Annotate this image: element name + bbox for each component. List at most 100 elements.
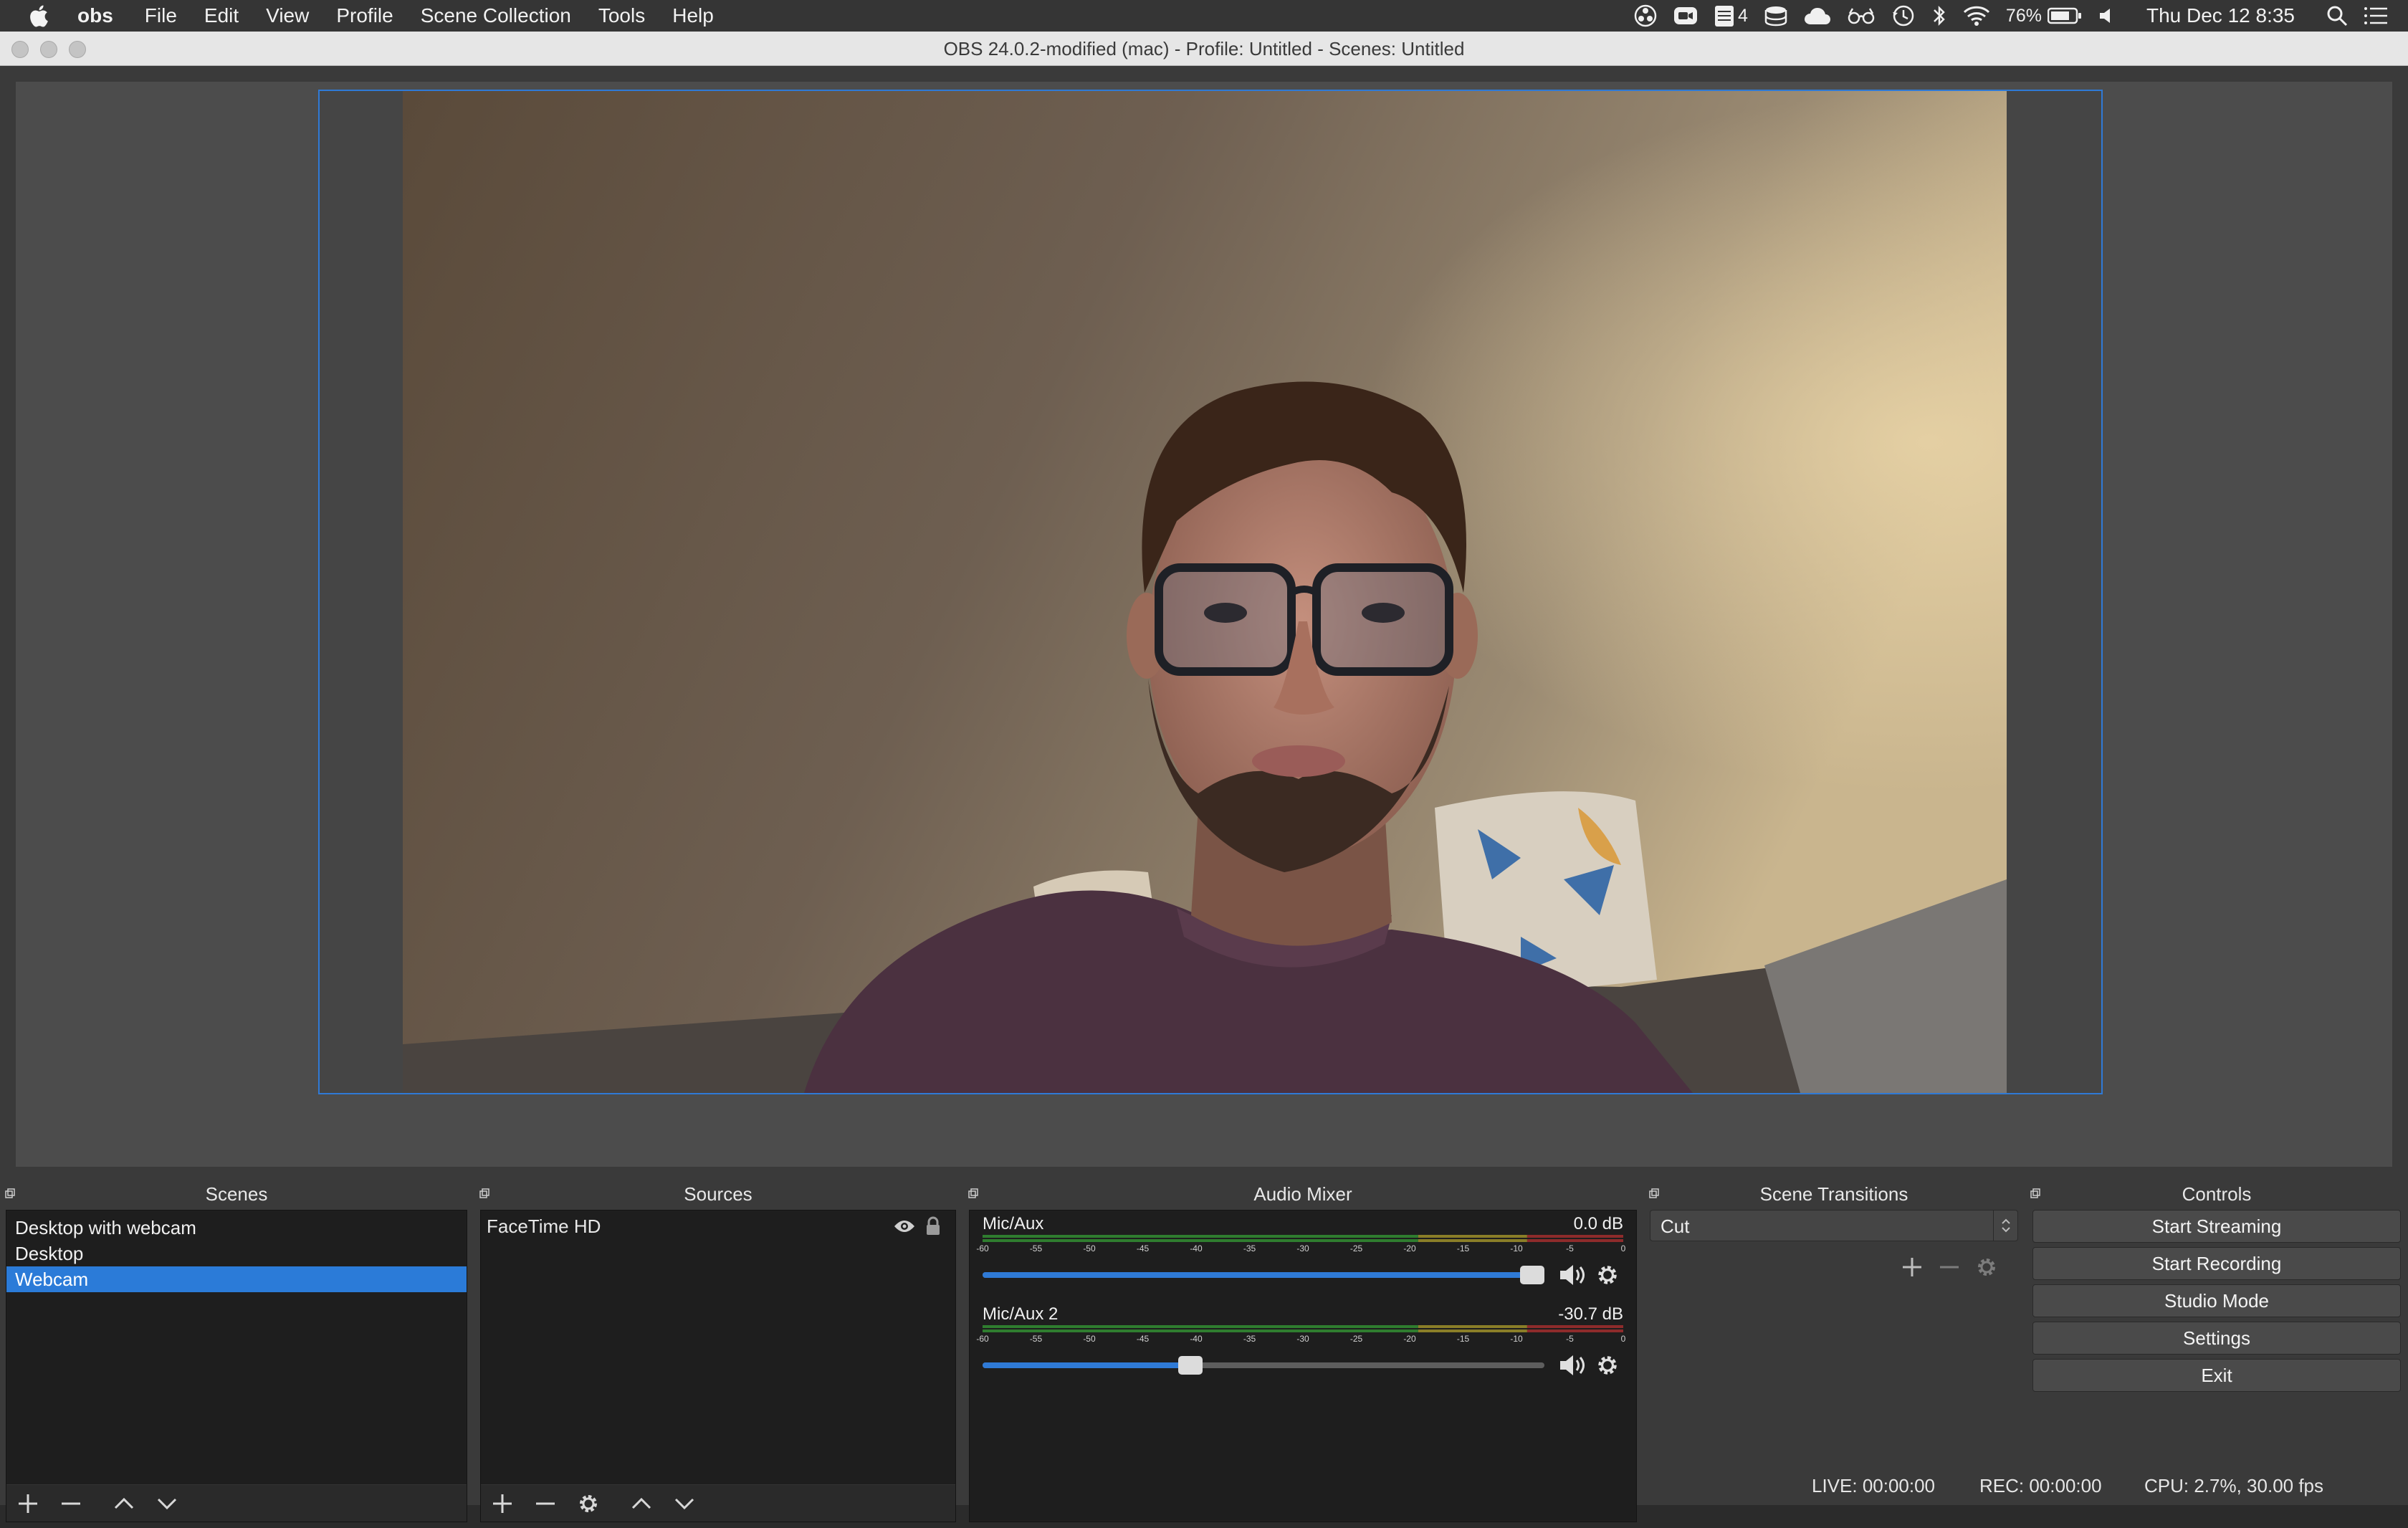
transition-toolbar [1898, 1253, 2010, 1281]
meter-tick-label: -10 [1510, 1243, 1523, 1254]
window-title-bar: OBS 24.0.2-modified (mac) - Profile: Unt… [0, 32, 2408, 66]
meter-tick-label: -30 [1296, 1334, 1309, 1344]
menu-view[interactable]: View [266, 4, 309, 27]
obs-tray-icon[interactable] [1633, 0, 1658, 32]
settings-button[interactable]: Settings [2032, 1322, 2401, 1355]
meter-tick-label: -10 [1510, 1334, 1523, 1344]
menu-profile[interactable]: Profile [336, 4, 393, 27]
time-machine-icon[interactable] [1891, 0, 1916, 32]
transition-properties-gear-icon[interactable] [1972, 1253, 2001, 1281]
volume-fader[interactable] [983, 1356, 1544, 1375]
source-name: FaceTime HD [487, 1215, 601, 1237]
scene-item-selected[interactable]: Webcam [6, 1266, 467, 1292]
source-item[interactable]: FaceTime HD [481, 1212, 955, 1241]
channel-settings-gear-icon[interactable] [1592, 1350, 1623, 1381]
audio-mixer-dock-header: Audio Mixer [963, 1181, 1643, 1207]
menu-extras: 4 76% Thu Dec 12 8:35 [1633, 0, 2408, 32]
scene-item[interactable]: Desktop [6, 1241, 467, 1266]
remove-transition-button[interactable] [1935, 1253, 1964, 1281]
meter-tick-label: -35 [1243, 1334, 1256, 1344]
speaker-icon[interactable] [1557, 1259, 1589, 1291]
menu-tools[interactable]: Tools [598, 4, 645, 27]
meter-tick-label: -40 [1190, 1334, 1203, 1344]
meter-tick-label: -55 [1029, 1334, 1043, 1344]
scene-transitions-dock-header: Scene Transitions [1644, 1181, 2024, 1207]
meter-tick-label: -55 [1029, 1243, 1043, 1254]
fader-handle[interactable] [1178, 1356, 1203, 1375]
spotlight-icon[interactable] [2326, 0, 2348, 32]
rec-timer: REC: 00:00:00 [1979, 1475, 2102, 1496]
meter-scale: -60 -55 -50 -45 -40 -35 -30 -25 -20 -15 -10 -5 0 [976, 1243, 1626, 1256]
volume-icon[interactable] [2098, 0, 2116, 32]
glasses-tray-icon[interactable] [1847, 0, 1876, 32]
dock-float-icon[interactable] [4, 1188, 16, 1199]
menu-scene-collection[interactable]: Scene Collection [421, 4, 571, 27]
meter-tick-label: -40 [1190, 1243, 1203, 1254]
battery-status[interactable]: 76% [2006, 0, 2082, 32]
program-canvas[interactable] [318, 90, 2103, 1094]
calendar-badge: 4 [1738, 5, 1748, 26]
channel-name: Mic/Aux [983, 1214, 1044, 1233]
window-title: OBS 24.0.2-modified (mac) - Profile: Unt… [943, 38, 1465, 59]
menu-edit[interactable]: Edit [204, 4, 239, 27]
sources-title: Sources [684, 1183, 752, 1205]
dock-float-icon[interactable] [479, 1188, 490, 1199]
speaker-icon[interactable] [1557, 1350, 1589, 1381]
start-streaming-button[interactable]: Start Streaming [2032, 1210, 2401, 1243]
meter-tick-label: -60 [976, 1243, 989, 1254]
disk-tray-icon[interactable] [1764, 0, 1788, 32]
dock-float-icon[interactable] [2030, 1188, 2041, 1199]
volume-fader[interactable] [983, 1266, 1544, 1284]
volume-meter [983, 1325, 1623, 1332]
zoom-tray-icon[interactable] [1673, 0, 1698, 32]
cloud-tray-icon[interactable] [1804, 0, 1831, 32]
lock-icon[interactable] [922, 1216, 944, 1237]
meter-tick-label: -60 [976, 1334, 989, 1344]
menu-help[interactable]: Help [672, 4, 714, 27]
scene-item[interactable]: Desktop with webcam [6, 1215, 467, 1241]
dock-float-icon[interactable] [968, 1188, 979, 1199]
meter-tick-label: -25 [1349, 1334, 1363, 1344]
channel-name: Mic/Aux 2 [983, 1304, 1059, 1324]
scene-transitions-title: Scene Transitions [1759, 1183, 1908, 1205]
preview-area[interactable] [16, 82, 2392, 1167]
obs-main-window: Scenes Desktop with webcam Desktop Webca… [0, 66, 2408, 1522]
transition-select[interactable]: Cut [1650, 1210, 2018, 1241]
wifi-icon[interactable] [1963, 0, 1990, 32]
battery-icon [2047, 7, 2081, 24]
webcam-feed-image [403, 91, 2007, 1093]
add-transition-button[interactable] [1898, 1253, 1926, 1281]
meter-tick-label: -5 [1566, 1243, 1574, 1254]
start-recording-button[interactable]: Start Recording [2032, 1247, 2401, 1280]
controls-dock-header: Controls [2025, 1181, 2408, 1207]
controls-title: Controls [2182, 1183, 2252, 1205]
battery-percent: 76% [2005, 5, 2042, 26]
calendar-tray-icon[interactable]: 4 [1714, 0, 1748, 32]
menu-clock[interactable]: Thu Dec 12 8:35 [2146, 4, 2295, 27]
mixer-channel-mic-aux: Mic/Aux 0.0 dB -60 -55 -50 -45 -40 -35 -30 -25-… [975, 1213, 1630, 1307]
meter-scale: -60 -55 -50 -45 -40 -35 -30 -25 -20 -15 -10 -5 0 [976, 1334, 1625, 1347]
scenes-dock-header: Scenes [0, 1181, 473, 1207]
dock-float-icon[interactable] [1648, 1188, 1660, 1199]
channel-level: 0.0 dB [1573, 1214, 1623, 1233]
apple-logo-icon[interactable] [27, 3, 53, 29]
exit-button[interactable]: Exit [2032, 1359, 2401, 1392]
transition-selected-value: Cut [1661, 1216, 1690, 1237]
menu-file[interactable]: File [145, 4, 177, 27]
fader-handle[interactable] [1520, 1266, 1544, 1284]
audio-mixer-title: Audio Mixer [1253, 1183, 1352, 1205]
notification-center-icon[interactable] [2364, 0, 2388, 32]
meter-tick-label: -15 [1456, 1334, 1470, 1344]
scenes-title: Scenes [205, 1183, 268, 1205]
menu-app-name[interactable]: obs [77, 4, 113, 27]
mixer-channel-mic-aux-2: Mic/Aux 2 -30.7 dB -60 -55 -50 -45 -40 -35 -30… [975, 1304, 1630, 1397]
channel-settings-gear-icon[interactable] [1592, 1259, 1623, 1291]
visibility-eye-icon[interactable] [894, 1216, 915, 1237]
meter-tick-label: 0 [1620, 1243, 1626, 1254]
studio-mode-button[interactable]: Studio Mode [2032, 1284, 2401, 1317]
meter-tick-label: -5 [1566, 1334, 1574, 1344]
bluetooth-icon[interactable] [1931, 0, 1947, 32]
channel-level: -30.7 dB [1558, 1304, 1623, 1324]
meter-tick-label: -30 [1296, 1243, 1309, 1254]
meter-tick-label: -45 [1136, 1243, 1150, 1254]
